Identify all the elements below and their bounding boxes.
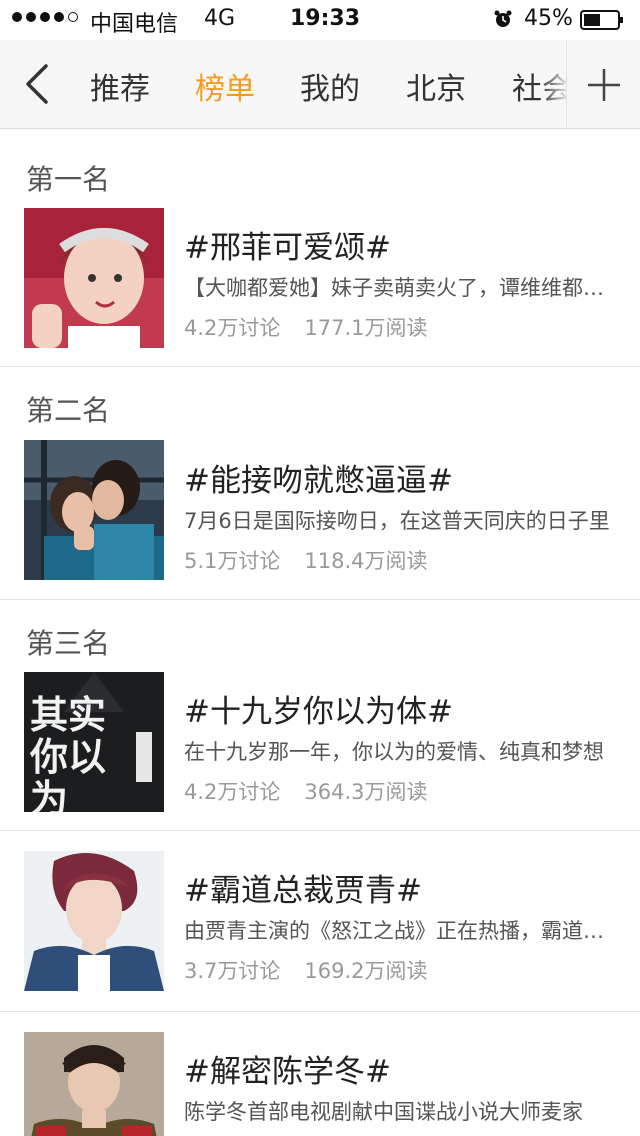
topic-description: 在十九岁那一年，你以为的爱情、纯真和梦想 [184, 740, 604, 764]
read-count: 118.4万阅读 [304, 549, 428, 573]
read-count: 169.2万阅读 [304, 959, 428, 983]
discussion-count: 4.2万讨论 [184, 780, 281, 804]
topic-thumbnail [24, 208, 164, 348]
carrier-name: 中国电信 [90, 12, 179, 37]
read-count: 364.3万阅读 [304, 780, 428, 804]
topic-stats: 3.7万讨论 169.2万阅读 [184, 955, 428, 985]
rank-label: 第三名 [26, 627, 111, 660]
topic-stats: 4.2万讨论 364.3万阅读 [184, 776, 428, 806]
alarm-icon [494, 10, 512, 27]
topic-thumbnail [24, 1032, 164, 1136]
tab-mine[interactable]: 我的 [300, 64, 360, 108]
ranking-list: 第一名 #邢菲可爱颂# 【大咖都爱她】妹子卖萌卖火了，谭维维都在学她可爱颂 4.… [0, 130, 640, 1136]
rank-label: 第二名 [26, 394, 111, 427]
topic-title: #十九岁你以为体# [184, 694, 453, 730]
topic-title: #解密陈学冬# [184, 1054, 391, 1090]
list-item[interactable]: #霸道总裁贾青# 由贾青主演的《怒江之战》正在热播，霸道总裁 3.7万讨论 169… [0, 831, 640, 1012]
back-arrow-icon[interactable] [20, 62, 56, 106]
topic-thumbnail: 其实你以为 [24, 672, 164, 812]
tab-recommend[interactable]: 推荐 [90, 64, 150, 108]
discussion-count: 5.1万讨论 [184, 549, 281, 573]
topic-description: 由贾青主演的《怒江之战》正在热播，霸道总裁 [184, 919, 616, 943]
network-type: 4G [204, 6, 236, 31]
topic-stats: 4.2万讨论 177.1万阅读 [184, 312, 428, 342]
signal-strength-icon [12, 12, 78, 22]
list-item[interactable]: #解密陈学冬# 陈学冬首部电视剧献中国谍战小说大师麦家 [0, 1012, 640, 1136]
tab-beijing[interactable]: 北京 [406, 64, 466, 108]
topic-thumbnail [24, 851, 164, 991]
read-count: 177.1万阅读 [304, 316, 428, 340]
thumbnail-text: 其实你以为 [30, 693, 107, 812]
topic-title: #能接吻就憋逼逼# [184, 463, 453, 499]
battery-percent: 45% [524, 6, 573, 31]
rank-label: 第一名 [26, 163, 111, 196]
channel-nav-bar: 推荐 榜单 我的 北京 社会 [0, 40, 640, 129]
topic-title: #邢菲可爱颂# [184, 230, 391, 266]
tab-ranking[interactable]: 榜单 [195, 64, 255, 108]
list-item[interactable]: 第三名 其实你以为 #十九岁你以为体# 在十九岁那一年，你以为的爱情、纯真和梦想… [0, 600, 640, 831]
clock: 19:33 [290, 6, 361, 31]
list-item[interactable]: 第一名 #邢菲可爱颂# 【大咖都爱她】妹子卖萌卖火了，谭维维都在学她可爱颂 4.… [0, 130, 640, 367]
list-item[interactable]: 第二名 #能接吻就憋逼逼# 7月6日是国际接吻日，在这普天同庆的日子里 5.1万… [0, 367, 640, 600]
topic-thumbnail [24, 440, 164, 580]
topic-description: 陈学冬首部电视剧献中国谍战小说大师麦家 [184, 1100, 583, 1124]
discussion-count: 4.2万讨论 [184, 316, 281, 340]
battery-icon [580, 10, 623, 30]
topic-title: #霸道总裁贾青# [184, 873, 422, 909]
discussion-count: 3.7万讨论 [184, 959, 281, 983]
add-channel-button[interactable] [566, 40, 640, 128]
topic-description: 7月6日是国际接吻日，在这普天同庆的日子里 [184, 509, 610, 533]
plus-icon [588, 69, 620, 101]
topic-description: 【大咖都爱她】妹子卖萌卖火了，谭维维都在学她可爱颂 [184, 276, 616, 300]
topic-stats: 5.1万讨论 118.4万阅读 [184, 545, 428, 575]
status-bar: 中国电信 4G 19:33 45% [0, 0, 640, 40]
